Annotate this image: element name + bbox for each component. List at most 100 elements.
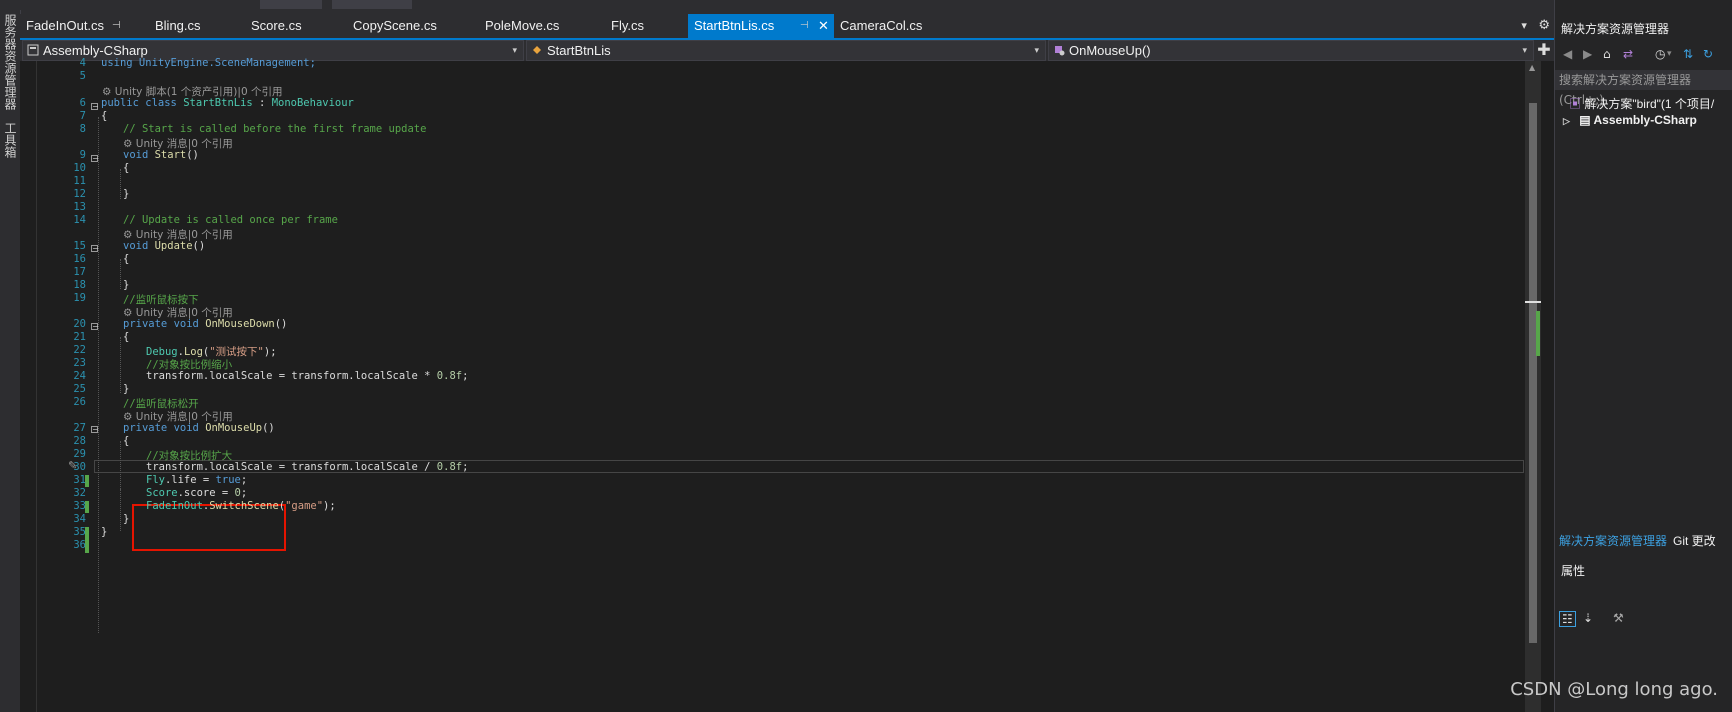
tree-item-project[interactable]: ▷ ▤ Assembly-CSharp: [1563, 113, 1697, 127]
editor-scrollbar[interactable]: ▲: [1525, 61, 1541, 712]
properties-toolbar: ☷ ⇣ ⚒: [1555, 608, 1732, 630]
categorized-icon[interactable]: ☷: [1559, 611, 1576, 627]
scroll-up-icon[interactable]: ▲: [1529, 63, 1535, 72]
gear-icon[interactable]: ⚙: [1538, 18, 1550, 33]
tab-copyscene[interactable]: CopyScene.cs: [347, 14, 457, 38]
tab-fadeinout[interactable]: FadeInOut.cs ⊣: [20, 14, 130, 38]
code-token: (): [262, 422, 275, 434]
toolbox-tab[interactable]: 工具箱: [2, 122, 19, 158]
solution-explorer-title: 解决方案资源管理器: [1561, 22, 1670, 36]
class-dropdown[interactable]: StartBtnLis ▾: [526, 40, 1046, 61]
back-icon[interactable]: ◀: [1563, 47, 1572, 61]
member-label: OnMouseUp(): [1069, 43, 1151, 58]
left-tool-strip: 服务器资源管理器 工具箱: [0, 0, 21, 712]
refresh-icon[interactable]: ↻: [1703, 47, 1713, 61]
chevron-down-icon: ▾: [1522, 45, 1527, 55]
code-line: public class StartBtnLis : MonoBehaviour: [101, 97, 354, 109]
document-tab-bar: FadeInOut.cs ⊣ Bling.cs Score.cs CopySce…: [20, 14, 1554, 38]
change-overview-marker: [1536, 311, 1540, 356]
tree-item-solution[interactable]: ▣ 解决方案"bird"(1 个项目/: [1569, 95, 1714, 112]
tab-label: FadeInOut.cs: [26, 18, 105, 33]
code-token: ;: [462, 370, 469, 382]
code-token: // Update is called once per frame: [123, 214, 338, 226]
server-explorer-tab[interactable]: 服务器资源管理器: [2, 14, 19, 110]
code-token: StartBtnLis: [183, 97, 253, 109]
tab-startbtnlis[interactable]: StartBtnLis.cs ⊣ ✕: [688, 14, 834, 38]
code-line: }: [101, 526, 108, 538]
code-line: }: [123, 188, 130, 200]
code-token: ;: [462, 461, 469, 473]
expand-arrow-icon[interactable]: ▷: [1563, 116, 1570, 126]
code-line: {: [123, 331, 130, 343]
code-token: Score: [146, 487, 178, 499]
code-token: OnMouseUp: [205, 422, 263, 434]
chevron-down-icon: ▾: [512, 45, 517, 55]
tab-fly[interactable]: Fly.cs: [605, 14, 665, 38]
history-icon[interactable]: ◷: [1655, 47, 1665, 61]
tab-git-changes[interactable]: Git 更改: [1673, 532, 1716, 549]
code-token: Start: [154, 149, 187, 161]
tab-polemove[interactable]: PoleMove.cs: [479, 14, 579, 38]
code-line: {: [123, 435, 130, 447]
tab-label: Bling.cs: [155, 18, 201, 33]
sync-icon[interactable]: ⇅: [1683, 47, 1693, 61]
code-line: {: [123, 253, 130, 265]
solution-search-input[interactable]: 搜索解决方案资源管理器(Ctrl+;): [1555, 70, 1732, 107]
code-token: Update: [154, 240, 193, 252]
code-token: :: [252, 97, 272, 109]
chevron-down-icon[interactable]: ▾: [1667, 49, 1672, 59]
code-line: }: [123, 279, 130, 291]
close-icon[interactable]: ✕: [818, 14, 829, 38]
code-line: FadeInOut.SwitchScene("game");: [146, 500, 336, 512]
scrollbar-thumb[interactable]: [1529, 103, 1537, 643]
alphabetical-icon[interactable]: ⇣: [1583, 611, 1593, 625]
code-line: }: [123, 513, 130, 525]
code-text-layer: using UnityEngine.SceneManagement; ⚙ Uni…: [20, 57, 1520, 712]
solution-explorer-toolbar: ◀ ▶ ⌂ ⇄ ◷ ▾ ⇅ ↻: [1555, 44, 1732, 64]
code-token: );: [323, 500, 336, 512]
split-editor-icon[interactable]: ✚: [1534, 40, 1554, 61]
code-token: void: [123, 149, 155, 161]
tab-overflow: ▾ ⚙: [1521, 14, 1554, 38]
watermark: CSDN @Long long ago.: [1510, 679, 1718, 700]
code-token: ;: [240, 474, 248, 486]
code-token: transform.localScale = transform.localSc…: [146, 461, 437, 473]
properties-title: 属性: [1561, 564, 1586, 578]
chevron-down-icon[interactable]: ▾: [1521, 19, 1527, 32]
pin-icon[interactable]: ⊣: [800, 14, 809, 38]
code-line: Fly.life = true;: [146, 474, 247, 486]
code-token: 0.8f: [436, 461, 463, 473]
code-token: );: [263, 346, 277, 358]
tab-cameracol[interactable]: CameraCol.cs: [834, 14, 934, 38]
code-token: "game": [285, 500, 324, 512]
project-icon: ▤: [1579, 113, 1591, 127]
code-token: FadeInOut: [146, 500, 203, 512]
code-token: (): [192, 240, 206, 252]
code-line: transform.localScale = transform.localSc…: [146, 461, 468, 473]
tab-score[interactable]: Score.cs: [245, 14, 325, 38]
toolbar-chip: [260, 0, 322, 9]
code-line: // Update is called once per frame: [123, 214, 338, 226]
code-line: using UnityEngine.SceneManagement;: [101, 57, 316, 69]
project-label: Assembly-CSharp: [43, 43, 148, 58]
code-token: private void: [123, 318, 206, 330]
forward-icon[interactable]: ▶: [1583, 47, 1592, 61]
code-token: transform.localScale = transform.localSc…: [146, 370, 437, 382]
tab-label: CameraCol.cs: [840, 18, 923, 33]
code-line: void Start(): [123, 149, 199, 161]
code-line: {: [101, 110, 108, 122]
wrench-icon[interactable]: ⚒: [1613, 611, 1624, 625]
toolbar-chip: [332, 0, 412, 9]
member-dropdown[interactable]: OnMouseUp() ▾: [1048, 40, 1534, 61]
switch-views-icon[interactable]: ⇄: [1623, 47, 1633, 61]
code-token: .score =: [177, 487, 235, 499]
class-label: StartBtnLis: [547, 43, 611, 58]
code-line: private void OnMouseDown(): [123, 318, 287, 330]
tree-item-label: Assembly-CSharp: [1593, 113, 1697, 127]
tab-bling[interactable]: Bling.cs: [149, 14, 229, 38]
code-token: ;: [240, 487, 248, 499]
code-token: // Start is called before the first fram…: [123, 123, 427, 135]
home-icon[interactable]: ⌂: [1603, 47, 1611, 61]
pin-icon[interactable]: ⊣: [112, 14, 121, 38]
tab-solution-explorer[interactable]: 解决方案资源管理器: [1559, 532, 1667, 549]
